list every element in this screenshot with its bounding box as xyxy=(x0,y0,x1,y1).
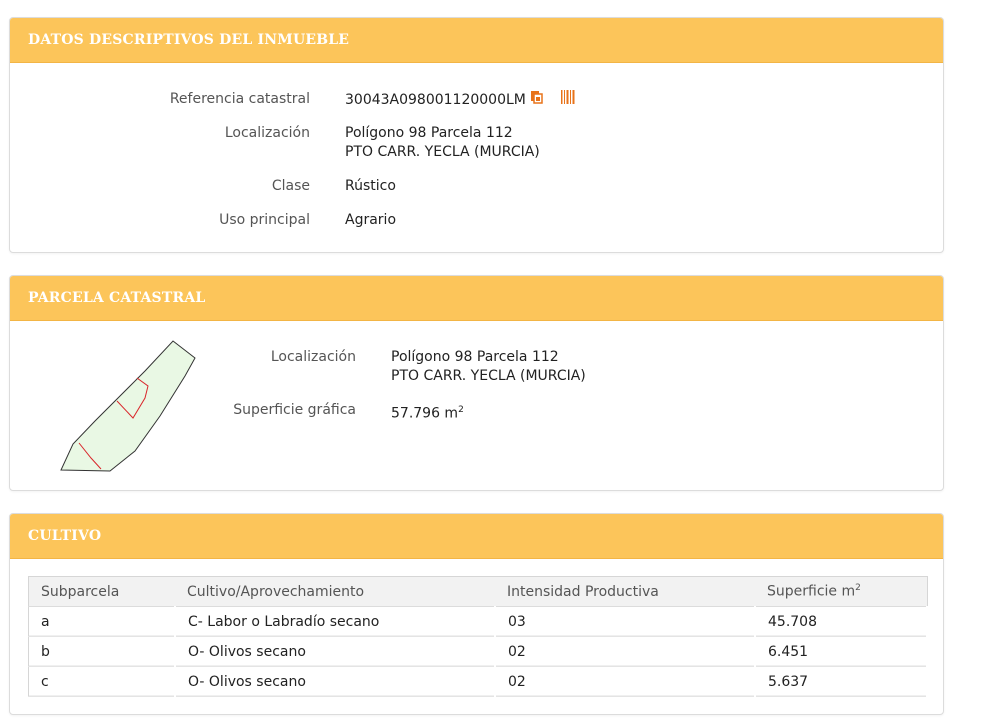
datos-descriptivos-title: DATOS DESCRIPTIVOS DEL INMUEBLE xyxy=(28,32,350,48)
cell-subparcela: a xyxy=(28,606,176,637)
parcela-catastral-header: PARCELA CATASTRAL xyxy=(10,276,943,321)
cultivo-header: CULTIVO xyxy=(10,514,943,559)
cell-subparcela: b xyxy=(28,636,176,667)
table-row: c O- Olivos secano 02 5.637 xyxy=(28,666,928,697)
cell-cultivo: C- Labor o Labradío secano xyxy=(175,606,496,637)
clase-value: Rústico xyxy=(345,178,396,194)
cell-intensidad: 02 xyxy=(495,636,756,667)
localizacion-value: Polígono 98 Parcela 112 PTO CARR. YECLA … xyxy=(345,124,540,162)
uso-principal-label: Uso principal xyxy=(219,212,310,228)
cell-superficie: 45.708 xyxy=(755,606,928,637)
cultivo-table-header-row: Subparcela Cultivo/Aprovechamiento Inten… xyxy=(28,576,927,607)
datos-descriptivos-panel: DATOS DESCRIPTIVOS DEL INMUEBLE Referenc… xyxy=(9,17,944,253)
copy-icon[interactable] xyxy=(530,90,544,110)
col-subparcela: Subparcela xyxy=(28,576,175,607)
col-superficie-exp: 2 xyxy=(855,583,861,594)
superficie-grafica-label: Superficie gráfica xyxy=(233,402,356,418)
table-row: a C- Labor o Labradío secano 03 45.708 xyxy=(28,606,928,637)
parcela-catastral-title: PARCELA CATASTRAL xyxy=(28,290,206,306)
superficie-grafica-value: 57.796 m2 xyxy=(391,401,464,424)
referencia-label: Referencia catastral xyxy=(169,91,310,107)
parcela-localizacion-line1: Polígono 98 Parcela 112 xyxy=(391,349,559,365)
referencia-text[interactable]: 30043A098001120000LM xyxy=(345,92,526,108)
barcode-icon[interactable] xyxy=(560,90,576,110)
col-intensidad: Intensidad Productiva xyxy=(495,576,755,607)
localizacion-label: Localización xyxy=(224,125,310,141)
cultivo-title: CULTIVO xyxy=(28,528,102,544)
parcel-shape xyxy=(60,340,196,472)
col-cultivo: Cultivo/Aprovechamiento xyxy=(175,576,495,607)
parcela-localizacion-line2: PTO CARR. YECLA (MURCIA) xyxy=(391,368,586,384)
parcela-localizacion-value: Polígono 98 Parcela 112 PTO CARR. YECLA … xyxy=(391,348,586,386)
cell-superficie: 5.637 xyxy=(755,666,928,697)
uso-principal-value: Agrario xyxy=(345,212,397,228)
cell-cultivo: O- Olivos secano xyxy=(175,666,496,697)
referencia-value: 30043A098001120000LM xyxy=(345,90,576,110)
clase-label: Clase xyxy=(271,178,310,194)
table-row: b O- Olivos secano 02 6.451 xyxy=(28,636,928,667)
datos-descriptivos-header: DATOS DESCRIPTIVOS DEL INMUEBLE xyxy=(10,18,943,63)
cell-intensidad: 03 xyxy=(495,606,756,637)
cell-intensidad: 02 xyxy=(495,666,756,697)
cultivo-table: Subparcela Cultivo/Aprovechamiento Inten… xyxy=(28,576,928,697)
parcel-map[interactable] xyxy=(55,336,215,476)
cell-superficie: 6.451 xyxy=(755,636,928,667)
superficie-grafica-number: 57.796 m xyxy=(391,405,459,422)
col-superficie-text: Superficie m xyxy=(767,583,856,600)
cell-subparcela: c xyxy=(28,666,176,697)
cell-cultivo: O- Olivos secano xyxy=(175,636,496,667)
parcela-catastral-panel: PARCELA CATASTRAL Localización Polígono … xyxy=(9,275,944,491)
parcela-localizacion-label: Localización xyxy=(270,349,356,365)
superficie-grafica-exp: 2 xyxy=(458,405,464,415)
col-superficie: Superficie m2 xyxy=(755,576,927,607)
cultivo-panel: CULTIVO Subparcela Cultivo/Aprovechamien… xyxy=(9,513,944,715)
localizacion-line1: Polígono 98 Parcela 112 xyxy=(345,125,513,141)
localizacion-line2: PTO CARR. YECLA (MURCIA) xyxy=(345,144,540,160)
